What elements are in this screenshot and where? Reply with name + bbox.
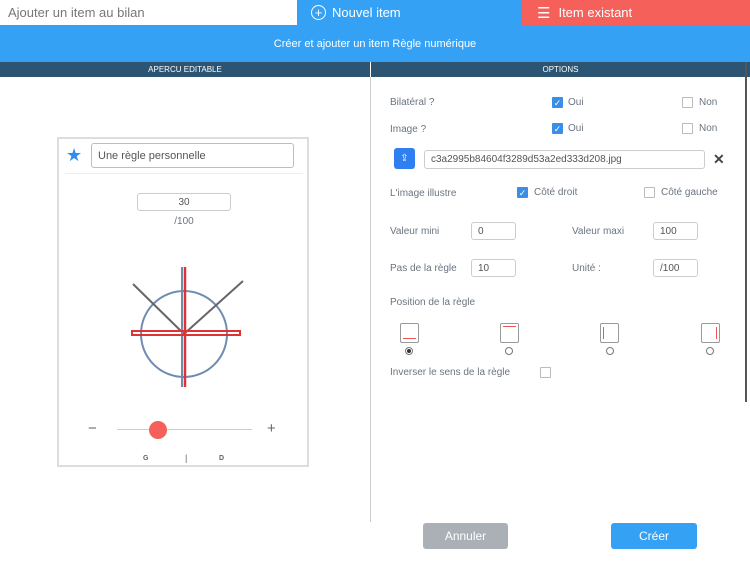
no-label: Non	[699, 97, 718, 108]
share-icon: ⇪	[400, 153, 409, 164]
diagram-line	[183, 280, 244, 335]
star-icon[interactable]: ★	[66, 145, 82, 166]
position-top-radio[interactable]	[505, 347, 513, 355]
preview-header: APERCU EDITABLE	[0, 62, 370, 77]
position-label: Position de la règle	[390, 297, 476, 308]
illustrates-label: L'image illustre	[390, 188, 457, 199]
position-bottom-icon[interactable]	[400, 323, 419, 343]
left-side-checkbox[interactable]	[644, 187, 655, 198]
invert-label: Inverser le sens de la règle	[390, 367, 511, 378]
slider-thumb[interactable]	[148, 421, 167, 439]
image-no-checkbox[interactable]	[682, 123, 693, 134]
upload-button[interactable]: ⇪	[394, 148, 415, 169]
bilateral-yes-checkbox[interactable]: ✓	[552, 97, 563, 108]
yes-label: Oui	[568, 123, 584, 134]
min-label: Valeur mini	[390, 226, 440, 237]
position-left-icon[interactable]	[600, 323, 619, 343]
unit-label: Unité :	[572, 263, 601, 274]
min-input[interactable]: 0	[471, 222, 516, 240]
position-right-icon[interactable]	[701, 323, 720, 343]
left-side-label: Côté gauche	[661, 187, 718, 198]
item-name-input[interactable]: Une règle personnelle	[91, 143, 294, 168]
tab-label: Nouvel item	[332, 5, 401, 20]
plus-button[interactable]: +	[267, 420, 276, 437]
step-label: Pas de la règle	[390, 263, 457, 274]
separator: |	[185, 453, 188, 463]
options-header: OPTIONS	[371, 62, 750, 77]
invert-checkbox[interactable]	[540, 367, 551, 378]
scrollbar[interactable]	[745, 62, 747, 402]
no-label: Non	[699, 123, 718, 134]
menu-icon: ☰	[537, 4, 551, 22]
tab-title: Ajouter un item au bilan	[8, 5, 145, 20]
top-tabs: Ajouter un item au bilan + Nouvel item ☰…	[0, 0, 750, 25]
tab-add-item: Ajouter un item au bilan	[0, 0, 297, 25]
bilateral-label: Bilatéral ?	[390, 97, 435, 108]
bilateral-no-checkbox[interactable]	[682, 97, 693, 108]
position-left-radio[interactable]	[606, 347, 614, 355]
plus-circle-icon: +	[311, 5, 326, 20]
left-label: G	[143, 455, 149, 462]
max-label: Valeur maxi	[572, 226, 625, 237]
file-name-input[interactable]: c3a2995b84604f3289d53a2ed333d208.jpg	[424, 150, 705, 169]
body-diagram-image	[131, 267, 244, 387]
unit-input[interactable]: /100	[653, 259, 698, 277]
right-side-label: Côté droit	[534, 187, 578, 198]
position-top-icon[interactable]	[500, 323, 519, 343]
image-label: Image ?	[390, 124, 427, 135]
max-input[interactable]: 100	[653, 222, 698, 240]
score-unit: /100	[174, 216, 194, 227]
tab-new-item[interactable]: + Nouvel item	[297, 0, 522, 25]
right-side-checkbox[interactable]: ✓	[517, 187, 528, 198]
position-bottom-radio[interactable]	[405, 347, 413, 355]
cancel-button[interactable]: Annuler	[423, 523, 508, 549]
step-input[interactable]: 10	[471, 259, 516, 277]
slider-track[interactable]	[117, 429, 252, 430]
divider	[370, 77, 371, 522]
image-yes-checkbox[interactable]: ✓	[552, 123, 563, 134]
tab-existing-item[interactable]: ☰ Item existant	[522, 0, 750, 25]
preview-card: ★ Une règle personnelle 30 /100 − + G | …	[57, 137, 309, 467]
score-input[interactable]: 30	[137, 193, 231, 211]
page-title: Créer et ajouter un item Règle numérique	[0, 25, 750, 62]
yes-label: Oui	[568, 97, 584, 108]
tab-label: Item existant	[558, 5, 633, 20]
right-label: D	[219, 455, 225, 462]
close-icon[interactable]: ✕	[713, 151, 725, 168]
position-right-radio[interactable]	[706, 347, 714, 355]
divider	[65, 173, 303, 174]
minus-button[interactable]: −	[88, 420, 97, 437]
create-button[interactable]: Créer	[611, 523, 697, 549]
